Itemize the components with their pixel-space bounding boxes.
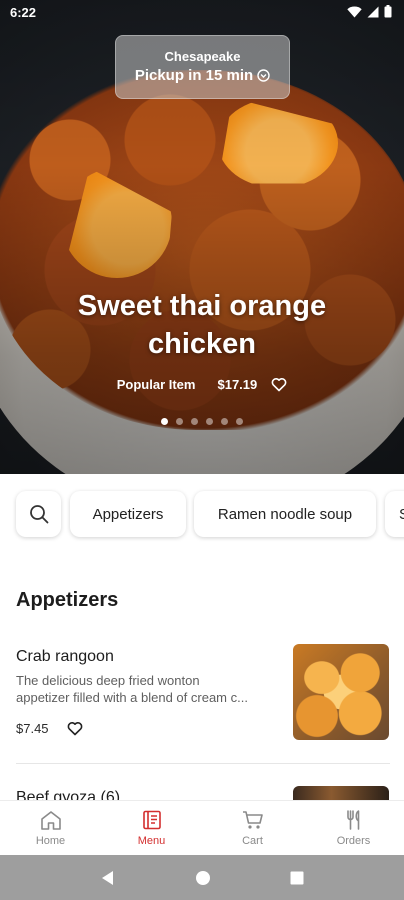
hero-item-price: $17.19 xyxy=(217,377,258,392)
heart-icon[interactable] xyxy=(271,377,287,392)
cart-icon xyxy=(242,811,263,829)
back-icon[interactable] xyxy=(100,870,116,886)
menu-book-icon xyxy=(142,810,161,830)
status-time: 6:22 xyxy=(10,5,37,20)
bottom-navigation: Home Menu Cart Orders xyxy=(0,800,404,855)
category-chip-appetizers[interactable]: Appetizers xyxy=(70,491,186,537)
signal-icon xyxy=(367,6,379,17)
carousel-dots[interactable] xyxy=(0,418,404,425)
recents-icon[interactable] xyxy=(290,871,304,885)
hero-item-title: Sweet thai orange chicken xyxy=(77,290,327,360)
section-title: Appetizers xyxy=(16,589,119,611)
item-image xyxy=(293,644,389,740)
search-button[interactable] xyxy=(16,491,61,537)
store-name: Chesapeake xyxy=(164,49,241,64)
category-chip-next[interactable]: S xyxy=(385,491,404,537)
menu-item[interactable]: Crab rangoon The delicious deep fried wo… xyxy=(0,622,404,764)
carousel-dot[interactable] xyxy=(221,418,228,425)
heart-icon[interactable] xyxy=(67,721,83,736)
carousel-dot[interactable] xyxy=(206,418,213,425)
nav-menu[interactable]: Menu xyxy=(101,801,202,855)
divider xyxy=(16,763,390,764)
carousel-dot[interactable] xyxy=(161,418,168,425)
search-icon xyxy=(29,505,48,524)
home-circle-icon[interactable] xyxy=(195,870,211,886)
category-bar: Appetizers Ramen noodle soup S xyxy=(0,474,404,556)
fork-knife-icon xyxy=(346,810,359,830)
pickup-time: Pickup in 15 min xyxy=(134,67,254,84)
popular-item-tag: Popular Item xyxy=(116,377,196,392)
nav-orders[interactable]: Orders xyxy=(303,801,404,855)
category-chip-ramen-noodle-soup[interactable]: Ramen noodle soup xyxy=(194,491,376,537)
carousel-dot[interactable] xyxy=(176,418,183,425)
chevron-down-circle-icon xyxy=(257,69,270,82)
battery-icon xyxy=(384,5,392,18)
system-navigation-bar xyxy=(0,855,404,900)
carousel-dot[interactable] xyxy=(191,418,198,425)
carousel-dot[interactable] xyxy=(236,418,243,425)
wifi-icon xyxy=(347,6,362,17)
hero-banner[interactable]: 6:22 Chesapeake Pickup in 15 min Sweet t… xyxy=(0,0,404,474)
nav-home[interactable]: Home xyxy=(0,801,101,855)
pickup-selector[interactable]: Chesapeake Pickup in 15 min xyxy=(115,35,290,99)
status-bar: 6:22 xyxy=(0,0,404,26)
home-icon xyxy=(40,811,61,830)
item-description: The delicious deep fried wonton appetize… xyxy=(16,673,248,705)
item-name: Crab rangoon xyxy=(16,648,114,665)
nav-cart[interactable]: Cart xyxy=(202,801,303,855)
item-price: $7.45 xyxy=(16,721,49,736)
